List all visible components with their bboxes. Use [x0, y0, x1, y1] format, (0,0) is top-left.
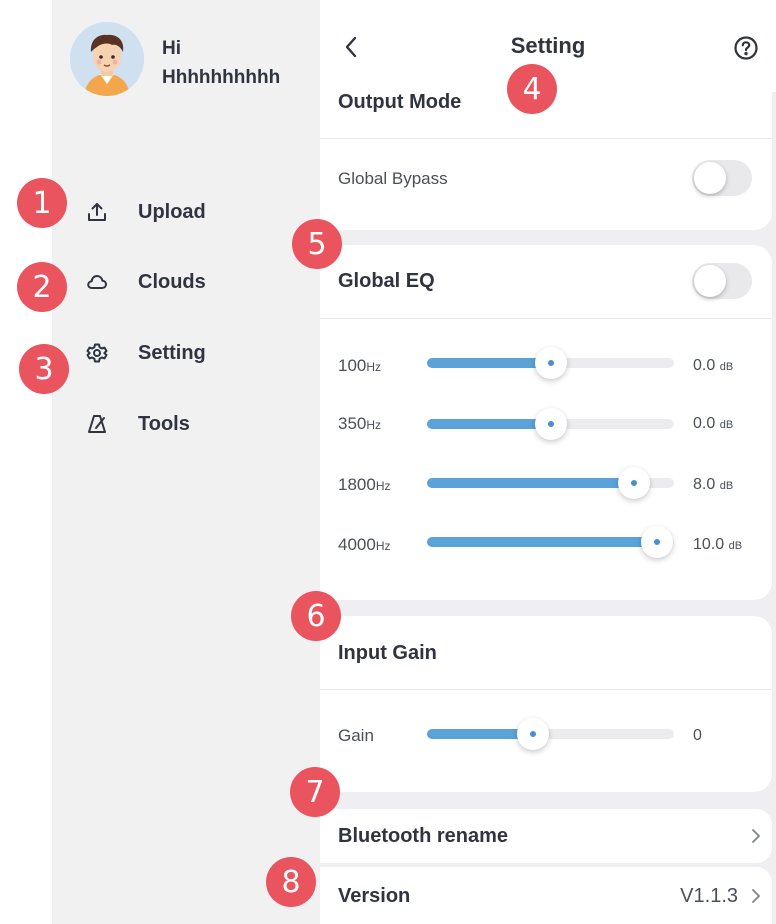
sidebar-item-setting[interactable]: Setting — [86, 333, 206, 373]
eq-band-label-100: 100Hz — [338, 356, 381, 376]
band-freq-unit: Hz — [375, 539, 391, 553]
version-label: Version — [338, 885, 411, 907]
global-eq-toggle[interactable] — [692, 263, 752, 299]
version-row[interactable]: Version V1.1.3 — [320, 867, 772, 924]
band-freq-unit: Hz — [366, 360, 382, 374]
band-value: 0.0 — [693, 357, 716, 374]
slider-thumb[interactable] — [640, 526, 673, 558]
sidebar-item-label: Clouds — [138, 270, 206, 293]
band-value: 10.0 — [693, 536, 725, 553]
global-eq-title: Global EQ — [338, 270, 435, 292]
band-value-unit: dB — [719, 361, 734, 373]
sidebar-item-clouds[interactable]: Clouds — [86, 262, 206, 302]
help-button[interactable] — [733, 35, 759, 61]
slider-fill — [427, 478, 635, 488]
eq-value-1800: 8.0 dB — [693, 476, 733, 494]
bluetooth-rename-row[interactable]: Bluetooth rename — [320, 809, 772, 863]
eq-slider-1800[interactable] — [427, 467, 674, 499]
annotation-marker-8: 8 — [266, 857, 316, 907]
sidebar-item-tools[interactable]: Tools — [86, 404, 190, 444]
global-bypass-toggle[interactable] — [692, 160, 752, 196]
annotation-marker-7: 7 — [290, 767, 340, 817]
sidebar-item-label: Tools — [138, 412, 190, 435]
divider — [320, 138, 772, 139]
divider — [320, 689, 772, 690]
toggle-knob — [694, 162, 726, 194]
slider-thumb[interactable] — [534, 347, 567, 379]
profile-greeting: Hi Hhhhhhhhhh — [162, 34, 280, 92]
eq-slider-4000[interactable] — [427, 526, 674, 558]
eq-value-100: 0.0 dB — [693, 357, 733, 375]
band-freq: 1800 — [338, 475, 376, 494]
eq-band-label-1800: 1800Hz — [338, 475, 391, 495]
gain-label: Gain — [338, 726, 374, 745]
sidebar — [52, 0, 320, 924]
eq-slider-350[interactable] — [427, 408, 674, 440]
band-freq: 4000 — [338, 535, 376, 554]
sidebar-item-upload[interactable]: Upload — [86, 192, 206, 232]
help-circle-icon — [734, 36, 758, 60]
sidebar-item-label: Upload — [138, 200, 206, 223]
sidebar-item-label: Setting — [138, 341, 206, 364]
gear-icon — [86, 342, 108, 364]
chevron-right-icon — [752, 889, 760, 903]
eq-band-label-4000: 4000Hz — [338, 535, 391, 555]
eq-slider-100[interactable] — [427, 347, 674, 379]
left-margin — [0, 0, 52, 924]
band-value: 8.0 — [693, 476, 716, 493]
slider-fill — [427, 537, 657, 547]
gain-value: 0 — [693, 727, 702, 744]
band-freq: 100 — [338, 356, 367, 375]
upload-icon — [86, 201, 108, 223]
chevron-right-icon — [752, 829, 760, 843]
bluetooth-rename-label: Bluetooth rename — [338, 825, 509, 847]
username: Hhhhhhhhhh — [162, 67, 281, 88]
slider-thumb[interactable] — [517, 718, 550, 750]
band-value-unit: dB — [719, 480, 734, 492]
divider — [320, 318, 772, 319]
slider-thumb[interactable] — [534, 408, 567, 440]
annotation-marker-3: 3 — [19, 344, 69, 394]
band-value: 0.0 — [693, 415, 716, 432]
band-freq-unit: Hz — [366, 418, 382, 432]
gain-slider[interactable] — [427, 718, 674, 750]
greeting-text: Hi — [162, 38, 181, 59]
band-freq: 350 — [338, 414, 367, 433]
band-value-unit: dB — [728, 540, 743, 552]
slider-fill — [427, 358, 551, 368]
page-title: Setting — [510, 33, 586, 58]
annotation-marker-6: 6 — [291, 591, 341, 641]
avatar-boy-icon — [70, 22, 144, 96]
eq-value-4000: 10.0 dB — [693, 536, 742, 554]
global-bypass-label: Global Bypass — [338, 169, 448, 188]
version-value: V1.1.3 — [680, 885, 738, 907]
band-value-unit: dB — [719, 419, 734, 431]
annotation-marker-2: 2 — [17, 262, 67, 312]
band-freq-unit: Hz — [375, 479, 391, 493]
annotation-marker-5: 5 — [292, 219, 342, 269]
cloud-icon — [86, 271, 108, 293]
eq-value-350: 0.0 dB — [693, 415, 733, 433]
slider-fill — [427, 419, 551, 429]
avatar[interactable] — [70, 22, 144, 96]
metronome-icon — [86, 413, 108, 435]
output-mode-title: Output Mode — [338, 91, 462, 113]
annotation-marker-1: 1 — [17, 178, 67, 228]
annotation-marker-4: 4 — [507, 64, 557, 114]
toggle-knob — [694, 265, 726, 297]
input-gain-title: Input Gain — [338, 642, 437, 664]
eq-band-label-350: 350Hz — [338, 414, 381, 434]
